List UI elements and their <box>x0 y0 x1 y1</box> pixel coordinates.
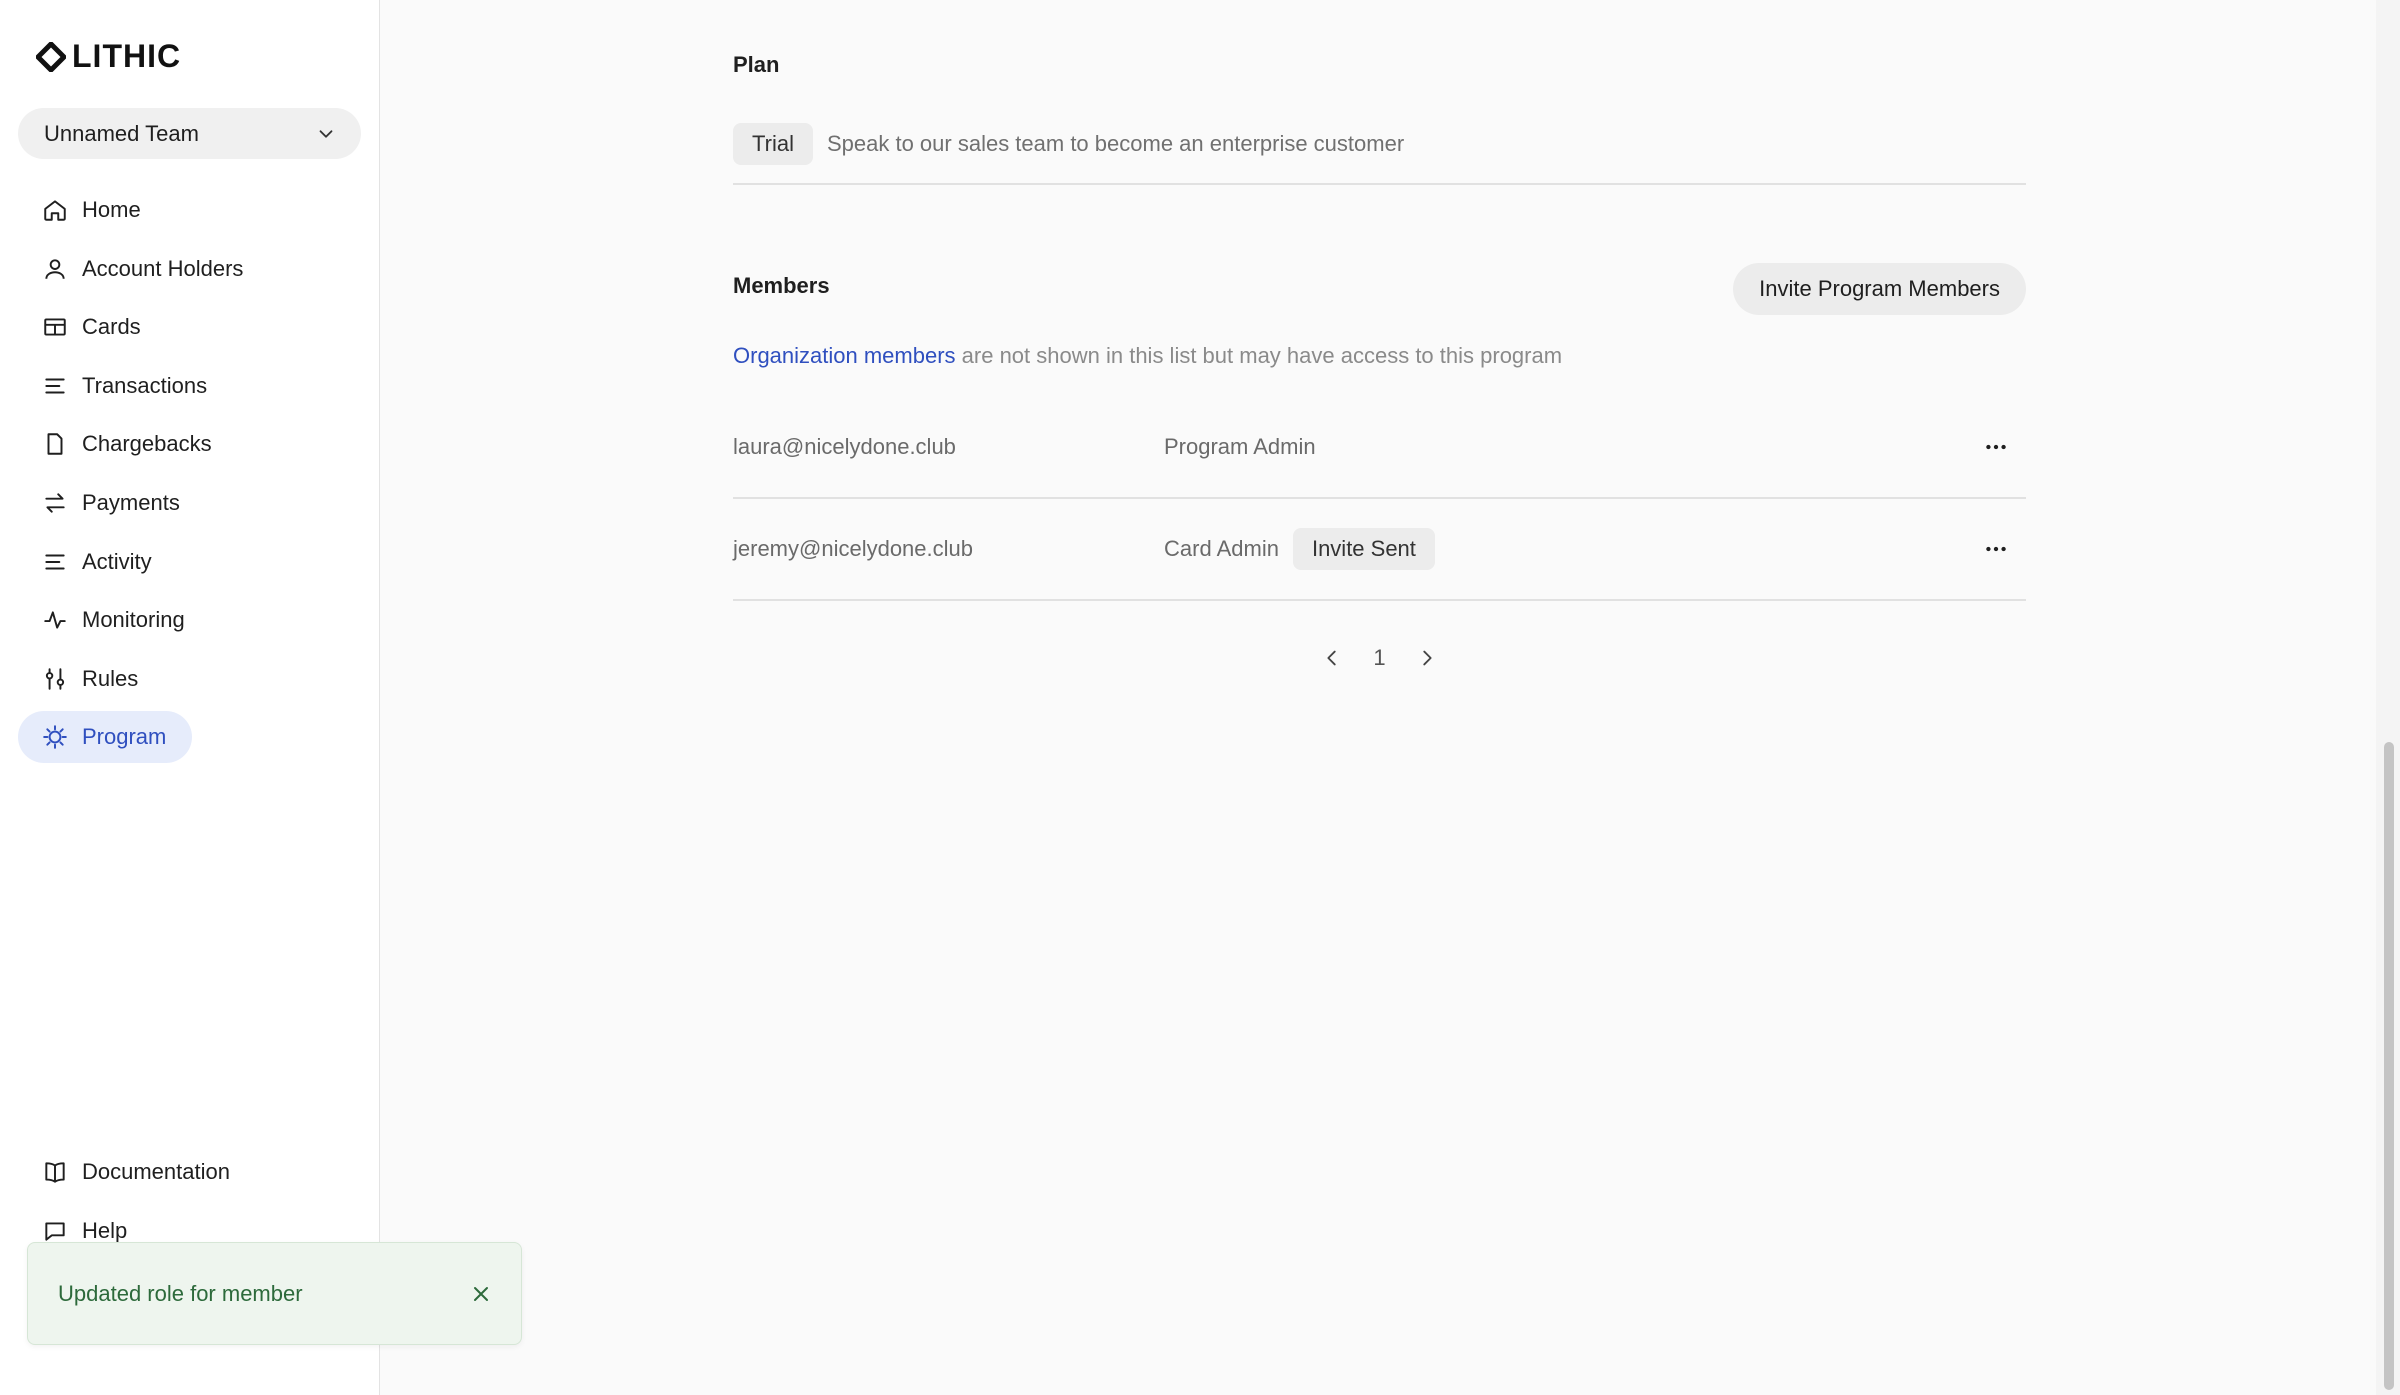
member-row: laura@nicelydone.club Program Admin <box>733 397 2026 497</box>
scrollbar[interactable] <box>2376 0 2400 1395</box>
invite-status-badge: Invite Sent <box>1292 528 1435 570</box>
sidebar-item-label: Payments <box>82 489 180 515</box>
sidebar-item-label: Activity <box>82 548 152 574</box>
plan-title: Plan <box>733 52 780 77</box>
plan-row: Trial Speak to our sales team to become … <box>733 123 1404 165</box>
gear-icon <box>42 724 68 750</box>
list-icon <box>42 549 68 575</box>
team-selector-value: Unnamed Team <box>44 120 199 146</box>
more-horizontal-icon <box>1986 444 2006 450</box>
plan-badge: Trial <box>733 123 813 165</box>
document-icon <box>42 431 68 457</box>
pulse-icon <box>42 607 68 633</box>
sidebar-item-account-holders[interactable]: Account Holders <box>18 243 269 295</box>
sidebar-item-label: Rules <box>82 665 139 691</box>
sidebar-nav: Home Account Holders Cards Transactions … <box>18 184 361 770</box>
sidebar-item-label: Account Holders <box>82 255 244 281</box>
chat-icon <box>42 1218 68 1244</box>
card-icon <box>42 314 68 340</box>
brand-name: LITHIC <box>72 38 182 74</box>
current-page[interactable]: 1 <box>1373 645 1385 671</box>
chevron-down-icon <box>319 129 333 138</box>
sidebar-item-label: Cards <box>82 314 141 340</box>
lithic-logo-icon <box>36 41 66 72</box>
toast-message: Updated role for member <box>58 1280 303 1306</box>
member-role-cell: Card Admin Invite Sent <box>1164 528 1974 570</box>
members-title: Members <box>733 273 830 298</box>
sidebar-item-cards[interactable]: Cards <box>18 301 167 353</box>
sidebar-item-program[interactable]: Program <box>18 711 193 764</box>
sidebar-item-transactions[interactable]: Transactions <box>18 360 233 412</box>
sidebar-item-label: Chargebacks <box>82 431 212 457</box>
sidebar-item-label: Transactions <box>82 372 208 398</box>
sidebar-item-payments[interactable]: Payments <box>18 477 206 529</box>
toast-notification: Updated role for member <box>27 1242 522 1345</box>
member-actions-button[interactable] <box>1974 425 2018 469</box>
sliders-icon <box>42 666 68 692</box>
team-selector[interactable]: Unnamed Team <box>18 108 361 159</box>
member-role: Program Admin <box>1164 434 1316 459</box>
sidebar-item-monitoring[interactable]: Monitoring <box>18 594 211 646</box>
sidebar-item-label: Documentation <box>82 1159 230 1184</box>
close-icon[interactable] <box>469 1282 493 1306</box>
arrows-icon <box>42 490 68 516</box>
members-note-text: are not shown in this list but may have … <box>955 343 1563 368</box>
member-actions-button[interactable] <box>1974 527 2018 571</box>
list-icon <box>42 373 68 399</box>
member-role: Card Admin <box>1164 536 1279 561</box>
divider <box>733 183 2026 185</box>
sidebar-item-chargebacks[interactable]: Chargebacks <box>18 418 238 470</box>
member-role-cell: Program Admin <box>1164 434 1974 460</box>
sidebar-item-home[interactable]: Home <box>18 184 167 236</box>
pagination: 1 <box>733 645 2026 671</box>
chevron-right-icon[interactable] <box>1416 647 1438 669</box>
plan-description: Speak to our sales team to become an ent… <box>826 131 1405 156</box>
book-icon <box>42 1159 68 1185</box>
chevron-left-icon[interactable] <box>1321 647 1343 669</box>
brand-logo[interactable]: LITHIC <box>36 38 181 75</box>
member-email: jeremy@nicelydone.club <box>733 536 974 561</box>
member-email: laura@nicelydone.club <box>733 434 956 459</box>
sidebar-item-label: Help <box>82 1217 128 1243</box>
divider <box>733 599 2026 601</box>
sidebar-item-documentation[interactable]: Documentation <box>18 1146 256 1198</box>
user-icon <box>42 256 68 282</box>
sidebar-item-label: Home <box>82 197 141 222</box>
sidebar-item-label: Program <box>82 724 167 750</box>
organization-members-link[interactable]: Organization members <box>733 343 956 368</box>
member-row: jeremy@nicelydone.club Card Admin Invite… <box>733 499 2026 599</box>
sidebar: LITHIC Unnamed Team Home Account Holders… <box>0 0 380 1395</box>
sidebar-item-label: Monitoring <box>82 607 185 633</box>
members-note: Organization members are not shown in th… <box>733 343 1562 369</box>
more-horizontal-icon <box>1986 546 2006 552</box>
home-icon <box>42 197 68 223</box>
scrollbar-thumb[interactable] <box>2384 742 2394 1390</box>
sidebar-item-rules[interactable]: Rules <box>18 653 164 705</box>
main-content: Plan Trial Speak to our sales team to be… <box>381 0 2381 1395</box>
sidebar-item-activity[interactable]: Activity <box>18 536 178 588</box>
invite-program-members-button[interactable]: Invite Program Members <box>1733 263 2026 315</box>
